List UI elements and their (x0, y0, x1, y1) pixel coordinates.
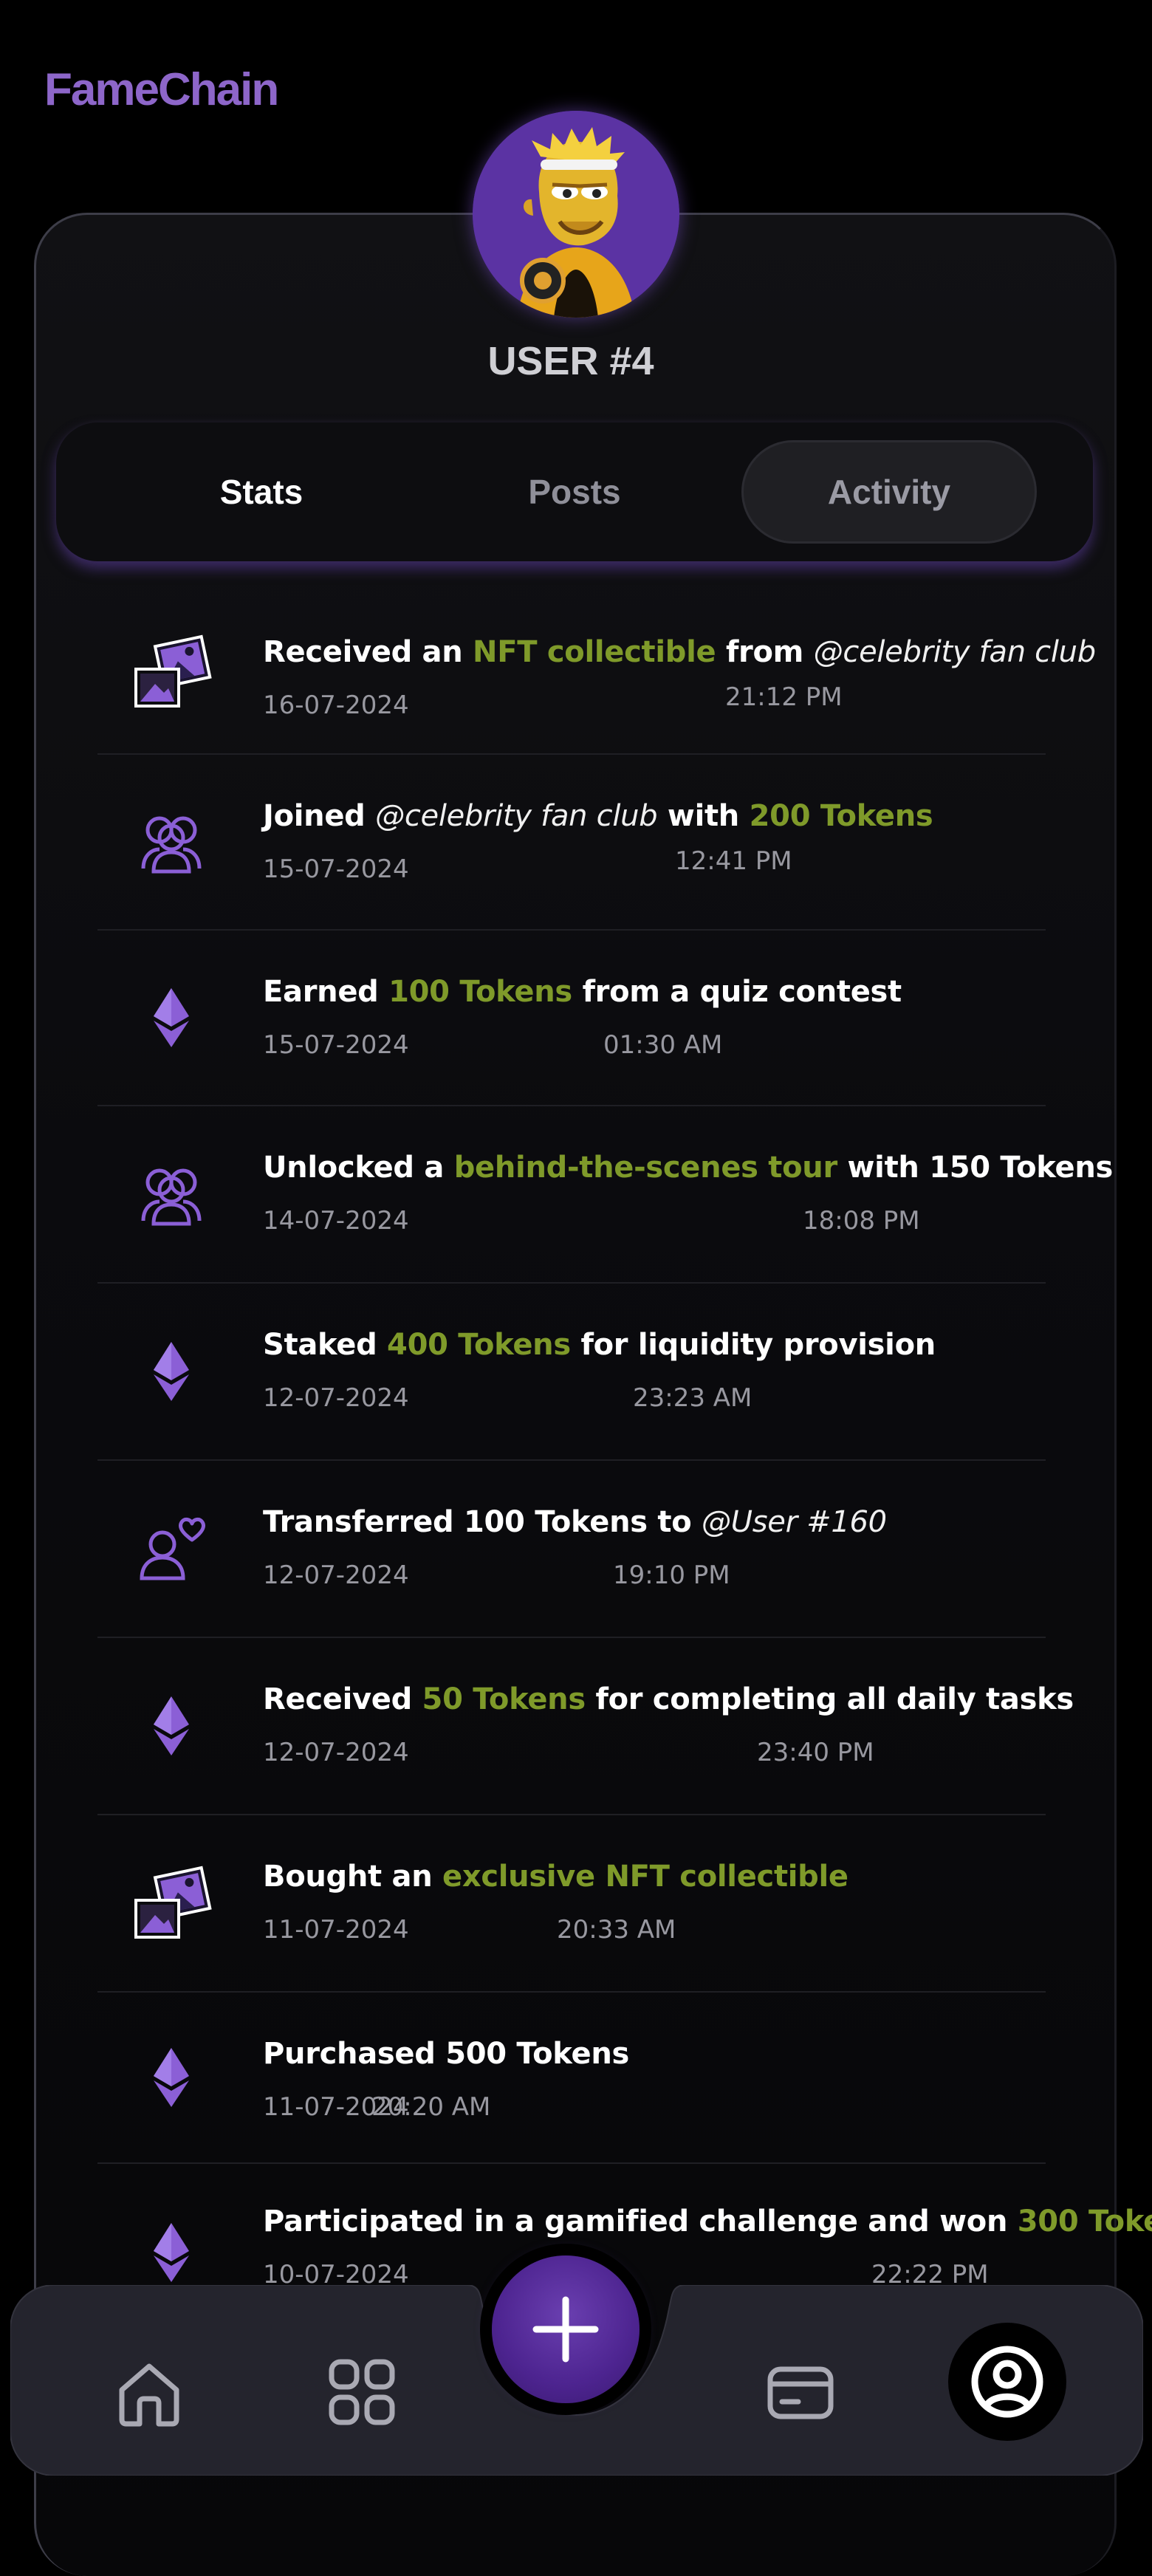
ethereum-icon (127, 2208, 216, 2297)
grid-icon (329, 2359, 395, 2425)
activity-time: 01:30 AM (603, 1030, 723, 1060)
activity-text-part: @celebrity fan club (375, 799, 658, 833)
activity-date: 12-07-2024 (263, 1561, 409, 1590)
profile-username: USER #4 (487, 339, 654, 383)
user-heart-icon (127, 1504, 216, 1593)
tab-stats[interactable]: Stats (114, 440, 409, 544)
activity-time: 19:10 PM (613, 1561, 730, 1590)
activity-date: 15-07-2024 (263, 1030, 409, 1060)
activity-text-part: 400 Tokens (387, 1328, 571, 1362)
activity-date: 14-07-2024 (263, 1206, 409, 1236)
activity-text-part: Received an (263, 635, 473, 669)
activity-text-part: 50 Tokens (422, 1682, 586, 1716)
activity-text: Earned 100 Tokens from a quiz contest (263, 975, 902, 1009)
activity-time: 23:40 PM (757, 1738, 874, 1767)
nft-images-icon (127, 628, 216, 716)
activity-item[interactable]: Joined @celebrity fan club with 200 Toke… (97, 755, 1046, 931)
activity-text: Bought an exclusive NFT collectible (263, 1860, 848, 1894)
activity-date: 16-07-2024 (263, 691, 409, 720)
activity-text-part: Joined (263, 799, 376, 833)
activity-text: Transferred 100 Tokens to @User #160 (263, 1505, 887, 1539)
activity-text-part: @User #160 (702, 1505, 887, 1539)
add-post-button[interactable] (492, 2255, 640, 2403)
activity-text-part: behind-the-scenes tour (453, 1151, 837, 1185)
activity-text-part: for completing all daily tasks (585, 1682, 1074, 1716)
wallet-icon (767, 2366, 834, 2419)
activity-text-part: with (657, 799, 750, 833)
activity-text-part: Received (263, 1682, 422, 1716)
activity-text: Purchased 500 Tokens (263, 2037, 629, 2071)
profile-icon (971, 2346, 1043, 2418)
ethereum-icon (127, 2033, 216, 2122)
home-icon (119, 2363, 179, 2427)
activity-time: 12:41 PM (675, 846, 792, 876)
activity-item[interactable]: Staked 400 Tokens for liquidity provisio… (97, 1284, 1046, 1461)
nav-grid[interactable] (321, 2351, 402, 2433)
activity-text: Received 50 Tokens for completing all da… (263, 1682, 1074, 1716)
ape-avatar-icon (473, 111, 679, 318)
activity-text: Received an NFT collectible from @celebr… (263, 635, 1096, 669)
activity-text: Unlocked a behind-the-scenes tour with 1… (263, 1151, 1113, 1185)
activity-time: 18:08 PM (803, 1206, 920, 1236)
nft-images-icon (127, 1859, 216, 1948)
activity-text-part: exclusive NFT collectible (442, 1860, 848, 1894)
activity-text-part: 100 Tokens (388, 975, 572, 1009)
group-icon (127, 1150, 216, 1239)
tab-activity[interactable]: Activity (741, 440, 1037, 544)
activity-item[interactable]: Bought an exclusive NFT collectible 11-07… (97, 1815, 1046, 1993)
activity-text-part: @celebrity fan club (813, 635, 1096, 669)
add-icon (532, 2296, 599, 2363)
activity-item[interactable]: Earned 100 Tokens from a quiz contest 15-… (97, 931, 1046, 1106)
profile-tabs: Stats Posts Activity (56, 422, 1093, 561)
activity-item[interactable]: Received 50 Tokens for completing all da… (97, 1638, 1074, 1815)
activity-text-part: 300 Tokens (1017, 2205, 1152, 2238)
nav-profile[interactable] (948, 2323, 1066, 2441)
activity-date: 15-07-2024 (263, 854, 409, 884)
tab-posts[interactable]: Posts (427, 440, 722, 544)
activity-item[interactable]: Received an NFT collectible from @celebr… (97, 591, 1096, 755)
activity-text-part: Transferred 100 Tokens to (263, 1505, 702, 1539)
nav-wallet[interactable] (760, 2351, 841, 2433)
activity-date: 12-07-2024 (263, 1383, 409, 1413)
activity-text: Staked 400 Tokens for liquidity provisio… (263, 1328, 936, 1362)
activity-text-part: 200 Tokens (749, 799, 933, 833)
activity-text-part: Bought an (263, 1860, 442, 1894)
group-icon (127, 798, 216, 886)
nav-home[interactable] (109, 2351, 190, 2433)
ethereum-icon (127, 1327, 216, 1416)
activity-date: 11-07-2024 (263, 1915, 409, 1945)
activity-text-part: Purchased 500 Tokens (263, 2037, 630, 2071)
activity-time: 21:12 PM (725, 682, 843, 712)
activity-time: 20:33 AM (557, 1915, 676, 1945)
ethereum-icon (127, 1682, 216, 1770)
activity-item[interactable]: Unlocked a behind-the-scenes tour with 1… (97, 1106, 1113, 1284)
activity-item[interactable]: Purchased 500 Tokens 11-07-2024 20:20 AM (97, 1993, 1046, 2164)
activity-text-part: from (716, 635, 814, 669)
activity-text-part: Staked (263, 1328, 388, 1362)
activity-text-part: from a quiz contest (572, 975, 902, 1009)
activity-item[interactable]: Transferred 100 Tokens to @User #160 12-0… (97, 1461, 1046, 1638)
activity-time: 23:23 AM (633, 1383, 752, 1413)
activity-text-part: with 150 Tokens (837, 1151, 1114, 1185)
activity-text-part: NFT collectible (473, 635, 716, 669)
activity-text: Joined @celebrity fan club with 200 Toke… (263, 799, 933, 833)
activity-time: 20:20 AM (371, 2092, 491, 2122)
activity-text-part: Participated in a gamified challenge and… (263, 2205, 1018, 2238)
profile-avatar[interactable] (473, 111, 679, 318)
activity-text-part: Earned (263, 975, 389, 1009)
ethereum-icon (127, 973, 216, 1062)
activity-text: Participated in a gamified challenge and… (263, 2205, 1152, 2238)
activity-text-part: for liquidity provision (570, 1328, 936, 1362)
activity-date: 12-07-2024 (263, 1738, 409, 1767)
activity-text-part: Unlocked a (263, 1151, 454, 1185)
